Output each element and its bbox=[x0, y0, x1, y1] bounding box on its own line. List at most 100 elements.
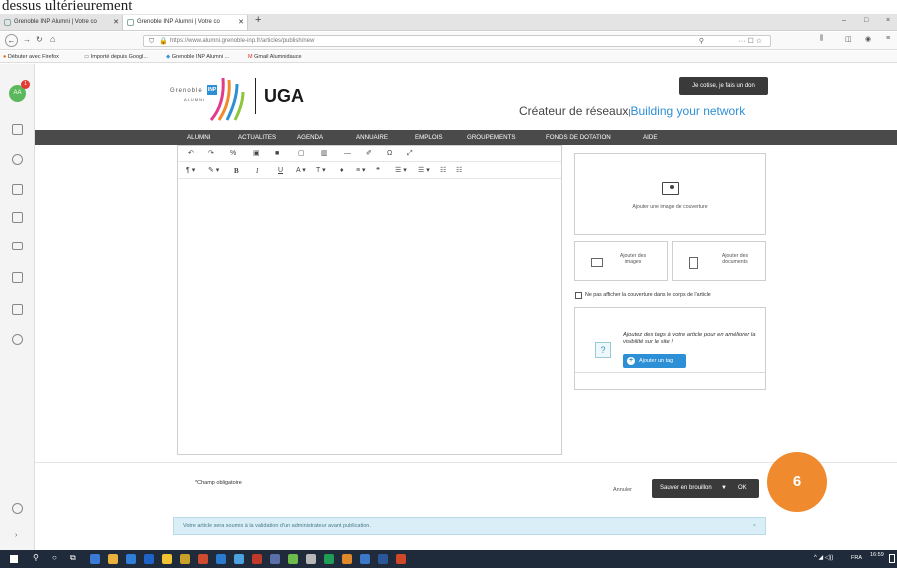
underline-button[interactable]: U bbox=[278, 163, 283, 179]
nav-agenda[interactable]: AGENDA bbox=[297, 130, 323, 145]
nav-fonds-de-dotation[interactable]: FONDS DE DOTATION bbox=[546, 130, 611, 145]
close-tab-icon[interactable]: ✕ bbox=[238, 15, 244, 30]
video-icon[interactable]: ■ bbox=[275, 146, 279, 162]
nav-annuaire[interactable]: ANNUAIRE bbox=[356, 130, 388, 145]
back-icon[interactable]: ← bbox=[5, 34, 18, 47]
page-actions-icon[interactable]: ··· ☐ ☆ bbox=[739, 36, 762, 47]
notifications-icon[interactable] bbox=[889, 554, 895, 563]
link-icon[interactable]: % bbox=[230, 146, 236, 162]
forward-icon[interactable]: → bbox=[23, 35, 31, 44]
text-size-icon[interactable]: T ▾ bbox=[316, 163, 326, 179]
cover-image-dropzone[interactable]: Ajouter une image de couverture bbox=[574, 153, 766, 235]
paragraph-icon[interactable]: ¶ ▾ bbox=[186, 163, 195, 179]
add-icon[interactable] bbox=[12, 503, 23, 514]
special-char-icon[interactable]: Ω bbox=[387, 146, 392, 162]
ok-label[interactable]: OK bbox=[738, 479, 747, 498]
align-icon[interactable]: ≡ ▾ bbox=[356, 163, 366, 179]
font-color-icon[interactable]: A ▾ bbox=[296, 163, 306, 179]
italic-button[interactable]: I bbox=[256, 163, 258, 179]
numbered-list-icon[interactable]: ☰ ▾ bbox=[418, 163, 430, 179]
undo-icon[interactable]: ↶ bbox=[188, 146, 194, 162]
card-icon[interactable] bbox=[12, 242, 23, 250]
word-icon[interactable] bbox=[378, 554, 388, 564]
search-icon[interactable]: ⚲ bbox=[33, 553, 39, 562]
tab-2[interactable]: Grenoble INP Alumni | Votre co ✕ bbox=[122, 15, 248, 30]
sidebar-toggle-icon[interactable]: ◫ bbox=[845, 35, 852, 43]
app-icon[interactable] bbox=[144, 554, 154, 564]
quote-icon[interactable]: ❝ bbox=[376, 163, 380, 179]
hide-cover-checkbox[interactable] bbox=[575, 292, 582, 299]
bookmark-imported[interactable]: ▭ Importé depuis Googl... bbox=[84, 51, 148, 63]
network-icon[interactable] bbox=[12, 154, 23, 165]
close-window-button[interactable]: × bbox=[886, 17, 890, 24]
folder-icon[interactable] bbox=[162, 554, 172, 564]
library-icon[interactable]: ⫼ bbox=[820, 35, 823, 43]
nav-groupements[interactable]: GROUPEMENTS bbox=[467, 130, 515, 145]
document-icon[interactable] bbox=[12, 212, 23, 223]
system-tray-icons[interactable]: ^ ◢ ◁)) bbox=[814, 554, 833, 561]
building-icon[interactable] bbox=[12, 304, 23, 315]
task-view-icon[interactable]: ⧉ bbox=[70, 553, 76, 563]
excel-icon[interactable] bbox=[324, 554, 334, 564]
nav-aide[interactable]: AIDE bbox=[643, 130, 657, 145]
app-icon[interactable] bbox=[234, 554, 244, 564]
bookmark-grenoble[interactable]: ◆ Grenoble INP Alumni ... bbox=[166, 51, 229, 63]
file-icon[interactable]: ▢ bbox=[298, 146, 305, 162]
eraser-icon[interactable]: ✐ bbox=[366, 146, 372, 162]
highlight-icon[interactable]: ♦ bbox=[340, 163, 344, 179]
add-documents-button[interactable]: Ajouter des documents bbox=[672, 241, 766, 281]
maximize-button[interactable]: □ bbox=[864, 17, 868, 24]
language-indicator[interactable]: FRA bbox=[851, 555, 862, 561]
app-icon[interactable] bbox=[198, 554, 208, 564]
pen-icon[interactable]: ✎ ▾ bbox=[208, 163, 219, 179]
profile-card-icon[interactable] bbox=[12, 124, 23, 135]
settings-icon[interactable] bbox=[12, 334, 23, 345]
nav-alumni[interactable]: ALUMNI bbox=[187, 130, 210, 145]
bookmark-firefox[interactable]: ● Débuter avec Firefox bbox=[3, 51, 59, 63]
app-icon[interactable] bbox=[180, 554, 190, 564]
app-icon[interactable] bbox=[252, 554, 262, 564]
donate-button[interactable]: Je cotise, je fais un don bbox=[679, 77, 768, 95]
add-tag-button[interactable]: + Ajouter un tag bbox=[623, 354, 686, 368]
editor-content-area[interactable] bbox=[178, 180, 561, 454]
nav-emplois[interactable]: EMPLOIS bbox=[415, 130, 443, 145]
windows-start-icon[interactable] bbox=[10, 555, 18, 563]
close-tab-icon[interactable]: ✕ bbox=[113, 15, 119, 30]
horizontal-rule-icon[interactable]: — bbox=[344, 146, 351, 162]
bookmark-gmail[interactable]: M Gmail Alumnidauce bbox=[248, 51, 302, 63]
app-icon[interactable] bbox=[216, 554, 226, 564]
outdent-icon[interactable]: ☷ bbox=[440, 163, 446, 179]
firefox-icon[interactable] bbox=[342, 554, 352, 564]
minimize-button[interactable]: – bbox=[842, 17, 846, 24]
home-icon[interactable]: ⌂ bbox=[50, 34, 55, 44]
app-icon[interactable] bbox=[288, 554, 298, 564]
cancel-link[interactable]: Annuler bbox=[613, 487, 632, 493]
close-icon[interactable]: × bbox=[753, 518, 756, 535]
table-icon[interactable]: ▥ bbox=[321, 146, 328, 162]
cortana-icon[interactable]: ○ bbox=[52, 553, 57, 562]
app-icon[interactable] bbox=[90, 554, 100, 564]
fullscreen-icon[interactable]: ⤢ bbox=[407, 146, 413, 162]
save-draft-button[interactable]: Sauver en brouillon ▼ OK bbox=[652, 479, 759, 498]
add-images-button[interactable]: Ajouter des images bbox=[574, 241, 668, 281]
checklist-icon[interactable] bbox=[12, 272, 23, 283]
key-icon[interactable]: ⚲ bbox=[699, 36, 704, 47]
app-icon[interactable] bbox=[108, 554, 118, 564]
image-icon[interactable]: ▣ bbox=[253, 146, 260, 162]
expand-sidebar-icon[interactable]: › bbox=[15, 532, 17, 539]
reload-icon[interactable]: ↻ bbox=[36, 35, 43, 44]
calendar-icon[interactable] bbox=[12, 184, 23, 195]
nav-actualites[interactable]: ACTUALITES bbox=[238, 130, 276, 145]
bold-button[interactable]: B bbox=[234, 163, 239, 179]
redo-icon[interactable]: ↷ bbox=[208, 146, 214, 162]
new-tab-button[interactable]: + bbox=[255, 14, 261, 26]
app-icon[interactable] bbox=[306, 554, 316, 564]
menu-icon[interactable]: ≡ bbox=[886, 35, 890, 42]
bullet-list-icon[interactable]: ☰ ▾ bbox=[395, 163, 407, 179]
app-icon[interactable] bbox=[360, 554, 370, 564]
indent-icon[interactable]: ☷ bbox=[456, 163, 462, 179]
app-icon[interactable] bbox=[270, 554, 280, 564]
chevron-down-icon[interactable]: ▼ bbox=[721, 479, 727, 498]
account-icon[interactable]: ◉ bbox=[865, 35, 871, 43]
powerpoint-icon[interactable] bbox=[396, 554, 406, 564]
